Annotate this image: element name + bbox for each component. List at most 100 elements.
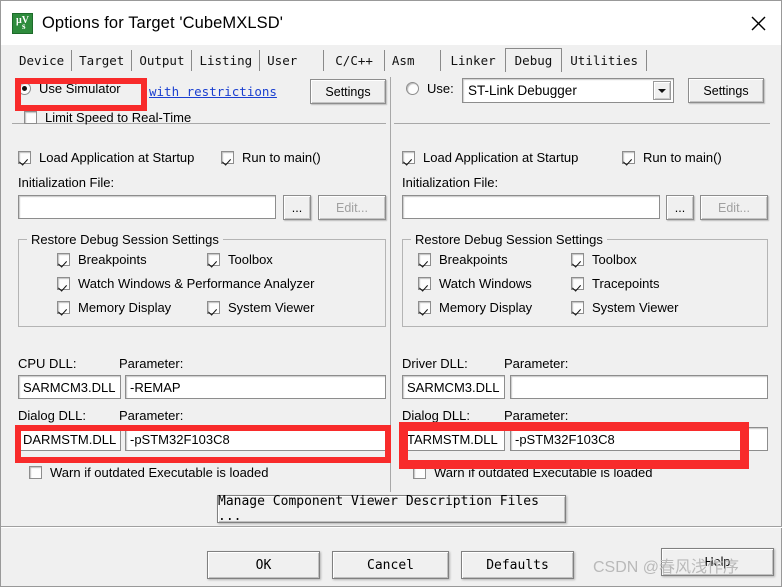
use-simulator-label: Use Simulator <box>39 81 121 96</box>
options-for-target-dialog: µV s Options for Target 'CubeMXLSD' Devic… <box>0 0 782 587</box>
left-restore-toolbox[interactable]: Toolbox <box>207 252 273 267</box>
left-dialog-parameter-input[interactable]: -pSTM32F103C8 <box>125 427 386 451</box>
use-debugger-radio[interactable] <box>406 82 419 95</box>
right-load-app-checkbox[interactable] <box>402 151 415 164</box>
simulator-settings-button[interactable]: Settings <box>310 79 386 104</box>
tab-linker[interactable]: Linker <box>441 50 505 71</box>
left-system-viewer-label: System Viewer <box>228 300 315 315</box>
right-init-file-label: Initialization File: <box>402 175 499 190</box>
window-title: Options for Target 'CubeMXLSD' <box>42 13 284 32</box>
debugger-select[interactable]: ST-Link Debugger <box>462 78 674 103</box>
left-edit-button: Edit... <box>318 195 386 220</box>
left-load-app-label: Load Application at Startup <box>39 150 195 165</box>
right-tracepoints-label: Tracepoints <box>592 276 660 291</box>
cpu-dll-input[interactable]: SARMCM3.DLL <box>18 375 121 399</box>
use-simulator-option[interactable]: Use Simulator <box>18 81 121 96</box>
right-system-viewer-label: System Viewer <box>592 300 679 315</box>
left-system-viewer-checkbox[interactable] <box>207 301 220 314</box>
right-dialog-dll-input[interactable]: TARMSTM.DLL <box>402 427 505 451</box>
with-restrictions-link[interactable]: with restrictions <box>149 84 277 99</box>
left-breakpoints-checkbox[interactable] <box>57 253 70 266</box>
manage-component-viewer-button[interactable]: Manage Component Viewer Description File… <box>217 494 566 524</box>
limit-speed-checkbox[interactable] <box>24 111 37 124</box>
tab-target[interactable]: Target <box>72 50 133 71</box>
left-load-app-option[interactable]: Load Application at Startup <box>18 150 194 165</box>
left-init-file-label: Initialization File: <box>18 175 115 190</box>
left-toolbox-label: Toolbox <box>228 252 273 267</box>
tab-cpp[interactable]: C/C++ <box>324 50 385 71</box>
cpu-parameter-label: Parameter: <box>119 356 184 371</box>
panel-vertical-divider <box>390 77 391 492</box>
left-browse-button[interactable]: ... <box>283 195 311 220</box>
left-restore-breakpoints[interactable]: Breakpoints <box>57 252 147 267</box>
tab-user[interactable]: User <box>260 50 325 71</box>
left-warn-outdated-checkbox[interactable] <box>29 466 42 479</box>
footer-divider-highlight <box>1 527 782 528</box>
ok-button[interactable]: OK <box>207 551 320 579</box>
left-warn-outdated-option[interactable]: Warn if outdated Executable is loaded <box>29 465 269 480</box>
chevron-down-icon[interactable] <box>653 81 671 100</box>
driver-dll-input[interactable]: SARMCM3.DLL <box>402 375 505 399</box>
keil-uvision-icon: µV s <box>12 12 33 34</box>
right-dialog-parameter-input[interactable]: -pSTM32F103C8 <box>510 427 768 451</box>
right-run-to-main-option[interactable]: Run to main() <box>622 150 722 165</box>
use-debugger-label: Use: <box>427 81 454 96</box>
left-restore-session-title: Restore Debug Session Settings <box>27 232 223 247</box>
right-restore-breakpoints[interactable]: Breakpoints <box>418 252 508 267</box>
tab-device[interactable]: Device <box>12 50 73 71</box>
use-simulator-radio[interactable] <box>18 82 31 95</box>
left-dialog-parameter-label: Parameter: <box>119 408 184 423</box>
right-breakpoints-checkbox[interactable] <box>418 253 431 266</box>
right-system-viewer-checkbox[interactable] <box>571 301 584 314</box>
right-load-app-option[interactable]: Load Application at Startup <box>402 150 578 165</box>
right-watch-windows-checkbox[interactable] <box>418 277 431 290</box>
left-run-to-main-option[interactable]: Run to main() <box>221 150 321 165</box>
right-restore-memory-display[interactable]: Memory Display <box>418 300 532 315</box>
left-restore-watch-windows[interactable]: Watch Windows & Performance Analyzer <box>57 276 315 291</box>
debug-panel: Use Simulator with restrictions Settings… <box>12 71 770 519</box>
left-dialog-dll-input[interactable]: DARMSTM.DLL <box>18 427 121 451</box>
left-dialog-dll-label: Dialog DLL: <box>18 408 86 423</box>
right-init-file-input[interactable] <box>402 195 660 219</box>
tab-output[interactable]: Output <box>132 50 193 71</box>
limit-speed-label: Limit Speed to Real-Time <box>45 110 192 125</box>
left-restore-memory-display[interactable]: Memory Display <box>57 300 171 315</box>
right-restore-session-title: Restore Debug Session Settings <box>411 232 607 247</box>
right-restore-toolbox[interactable]: Toolbox <box>571 252 637 267</box>
left-memory-display-checkbox[interactable] <box>57 301 70 314</box>
right-warn-outdated-checkbox[interactable] <box>413 466 426 479</box>
limit-speed-option[interactable]: Limit Speed to Real-Time <box>24 110 191 125</box>
left-watch-windows-checkbox[interactable] <box>57 277 70 290</box>
left-run-to-main-checkbox[interactable] <box>221 151 234 164</box>
use-debugger-option[interactable]: Use: <box>406 81 454 96</box>
defaults-button[interactable]: Defaults <box>461 551 574 579</box>
right-restore-system-viewer[interactable]: System Viewer <box>571 300 678 315</box>
left-init-file-input[interactable] <box>18 195 276 219</box>
right-restore-watch-windows[interactable]: Watch Windows <box>418 276 532 291</box>
right-dialog-dll-label: Dialog DLL: <box>402 408 470 423</box>
right-browse-button[interactable]: ... <box>666 195 694 220</box>
right-restore-session-group: Restore Debug Session Settings Breakpoin… <box>402 232 768 327</box>
right-run-to-main-checkbox[interactable] <box>622 151 635 164</box>
left-memory-display-label: Memory Display <box>78 300 172 315</box>
right-watch-windows-label: Watch Windows <box>439 276 532 291</box>
tab-strip: Device Target Output Listing User C/C++ … <box>1 45 781 72</box>
close-icon[interactable] <box>735 1 781 45</box>
cpu-parameter-input[interactable]: -REMAP <box>125 375 386 399</box>
tab-utilities[interactable]: Utilities <box>562 50 648 71</box>
tab-listing[interactable]: Listing <box>192 50 261 71</box>
tab-asm[interactable]: Asm <box>384 50 442 71</box>
right-toolbox-checkbox[interactable] <box>571 253 584 266</box>
left-load-app-checkbox[interactable] <box>18 151 31 164</box>
left-breakpoints-label: Breakpoints <box>78 252 147 267</box>
right-memory-display-checkbox[interactable] <box>418 301 431 314</box>
tab-debug[interactable]: Debug <box>504 48 563 72</box>
right-tracepoints-checkbox[interactable] <box>571 277 584 290</box>
cancel-button[interactable]: Cancel <box>332 551 449 579</box>
driver-parameter-input[interactable] <box>510 375 768 399</box>
left-restore-system-viewer[interactable]: System Viewer <box>207 300 314 315</box>
right-restore-tracepoints[interactable]: Tracepoints <box>571 276 659 291</box>
right-warn-outdated-option[interactable]: Warn if outdated Executable is loaded <box>413 465 653 480</box>
debugger-settings-button[interactable]: Settings <box>688 78 764 103</box>
left-toolbox-checkbox[interactable] <box>207 253 220 266</box>
